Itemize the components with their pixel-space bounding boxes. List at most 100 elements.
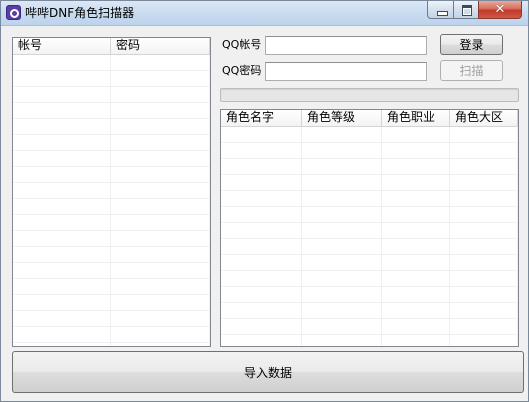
list-cell [111,167,210,182]
qq-password-input[interactable] [265,62,427,81]
list-cell [13,247,111,262]
list-cell [382,287,450,302]
column-header-role-class[interactable]: 角色职业 [382,110,450,126]
list-cell [111,151,210,166]
list-cell [382,239,450,254]
scan-button[interactable]: 扫描 [440,60,503,81]
list-row[interactable] [221,239,518,255]
column-header-account[interactable]: 帐号 [13,38,111,54]
list-row[interactable] [221,319,518,335]
list-row[interactable] [221,271,518,287]
list-cell [111,55,210,70]
list-row[interactable] [221,175,518,191]
column-header-role-region[interactable]: 角色大区 [450,110,518,126]
qq-account-input[interactable] [265,36,427,55]
list-cell [382,303,450,318]
list-row[interactable] [221,223,518,239]
list-row[interactable] [13,295,210,311]
list-row[interactable] [13,183,210,199]
app-icon[interactable] [6,5,21,20]
list-row[interactable] [221,335,518,346]
list-row[interactable] [221,287,518,303]
list-cell [13,103,111,118]
list-cell [111,311,210,326]
list-row[interactable] [13,87,210,103]
maximize-icon [462,5,472,16]
import-data-button[interactable]: 导入数据 [12,351,524,393]
list-cell [13,55,111,70]
role-list[interactable]: 角色名字 角色等级 角色职业 角色大区 [220,109,519,347]
list-row[interactable] [13,55,210,71]
list-cell [450,287,518,302]
list-row[interactable] [13,103,210,119]
list-cell [450,207,518,222]
list-cell [111,199,210,214]
role-list-header: 角色名字 角色等级 角色职业 角色大区 [221,110,518,127]
list-cell [13,279,111,294]
role-list-body[interactable] [221,127,518,346]
list-cell [13,231,111,246]
list-cell [382,207,450,222]
column-header-password[interactable]: 密码 [111,38,210,54]
list-row[interactable] [13,327,210,343]
list-cell [302,287,382,302]
list-row[interactable] [221,255,518,271]
list-cell [13,167,111,182]
list-cell [111,343,210,346]
list-row[interactable] [221,303,518,319]
list-cell [111,87,210,102]
list-row[interactable] [13,343,210,346]
list-cell [450,223,518,238]
list-row[interactable] [221,159,518,175]
list-cell [13,327,111,342]
list-row[interactable] [13,247,210,263]
list-cell [111,231,210,246]
maximize-button[interactable] [453,1,479,19]
title-bar[interactable]: 哔哔DNF角色扫描器 ✕ [1,1,528,26]
list-row[interactable] [13,279,210,295]
list-cell [450,127,518,142]
list-row[interactable] [221,191,518,207]
close-icon: ✕ [494,2,506,17]
list-cell [221,335,302,346]
list-cell [450,175,518,190]
minimize-button[interactable] [427,1,454,19]
list-row[interactable] [13,71,210,87]
list-cell [13,71,111,86]
list-row[interactable] [13,311,210,327]
list-cell [221,143,302,158]
list-cell [302,255,382,270]
window-title: 哔哔DNF角色扫描器 [25,6,135,20]
list-cell [111,295,210,310]
list-cell [221,191,302,206]
list-row[interactable] [13,167,210,183]
list-cell [302,191,382,206]
list-row[interactable] [221,127,518,143]
list-row[interactable] [13,231,210,247]
list-row[interactable] [221,207,518,223]
list-cell [382,319,450,334]
list-cell [13,295,111,310]
qq-password-label: QQ密码 [222,64,262,77]
list-cell [302,159,382,174]
account-list[interactable]: 帐号 密码 [12,37,211,347]
column-header-role-name[interactable]: 角色名字 [221,110,302,126]
list-cell [450,271,518,286]
column-header-role-level[interactable]: 角色等级 [302,110,382,126]
login-button[interactable]: 登录 [440,34,503,55]
close-button[interactable]: ✕ [478,1,522,19]
list-row[interactable] [13,135,210,151]
list-row[interactable] [13,151,210,167]
list-cell [450,255,518,270]
list-cell [111,279,210,294]
list-cell [13,119,111,134]
account-list-body[interactable] [13,55,210,346]
list-row[interactable] [13,119,210,135]
list-cell [111,215,210,230]
list-cell [111,71,210,86]
list-row[interactable] [13,215,210,231]
list-row[interactable] [13,263,210,279]
list-row[interactable] [13,199,210,215]
list-row[interactable] [221,143,518,159]
scan-progress-bar [220,88,519,102]
